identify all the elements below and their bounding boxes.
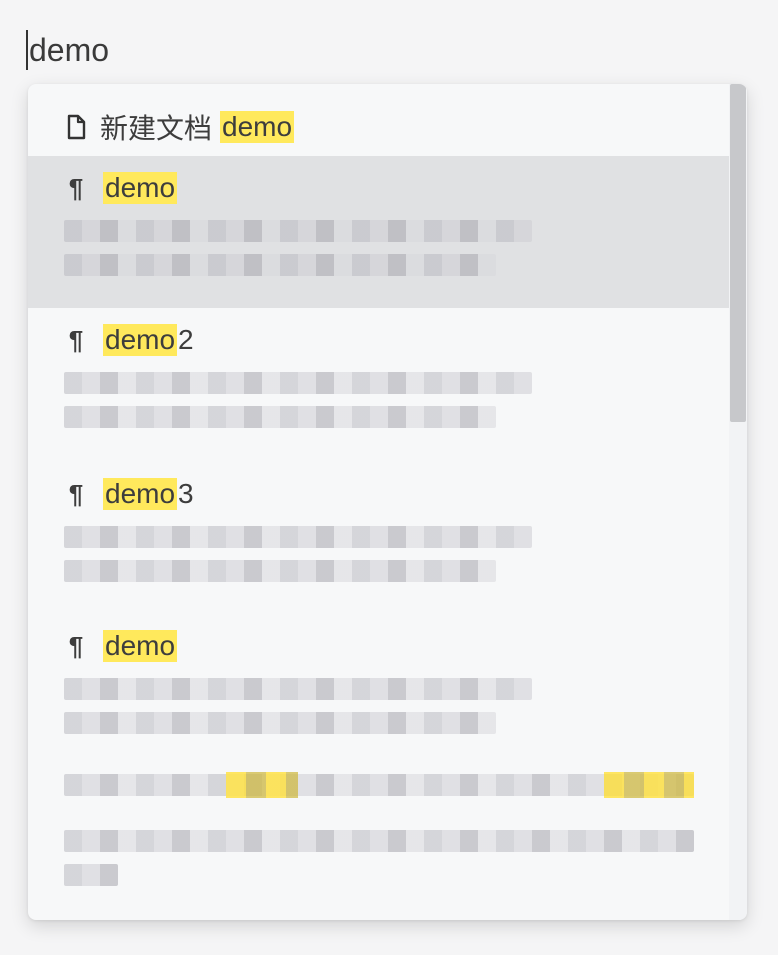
- result-keyword: demo: [103, 172, 178, 204]
- snippet-highlight: [226, 772, 298, 798]
- result-snippet: [64, 864, 118, 886]
- search-result-item[interactable]: ¶ demo 2: [28, 308, 729, 460]
- new-document-keyword: demo: [220, 111, 295, 143]
- snippet-highlight: [604, 772, 694, 798]
- pilcrow-icon: ¶: [68, 324, 84, 355]
- result-keyword: demo: [103, 324, 178, 356]
- result-snippet: [64, 220, 532, 242]
- result-snippet: [64, 774, 694, 796]
- result-snippet: [64, 712, 496, 734]
- result-snippet: [64, 678, 532, 700]
- search-results-dropdown: 新建文档 demo ¶ demo ¶ demo 2 ¶ demo 3 ¶ dem…: [28, 84, 747, 920]
- result-keyword: demo: [103, 630, 178, 662]
- search-query: demo: [29, 31, 110, 68]
- pilcrow-icon: ¶: [68, 630, 84, 661]
- scrollbar-thumb[interactable]: [730, 84, 746, 422]
- scrollbar[interactable]: [729, 84, 747, 920]
- result-snippet: [64, 560, 496, 582]
- text-caret: [26, 30, 28, 70]
- search-input[interactable]: demo: [26, 28, 109, 72]
- result-snippet: [64, 372, 532, 394]
- search-result-item[interactable]: ¶ demo: [28, 156, 729, 308]
- result-suffix: 2: [178, 324, 194, 355]
- result-snippet: [64, 526, 532, 548]
- result-snippet: [64, 406, 496, 428]
- new-document-label: 新建文档: [100, 113, 213, 144]
- pilcrow-icon: ¶: [68, 172, 84, 203]
- result-snippet: [64, 254, 496, 276]
- pilcrow-icon: ¶: [68, 478, 84, 509]
- result-snippet: [64, 830, 694, 852]
- result-keyword: demo: [103, 478, 178, 510]
- search-result-item[interactable]: ¶ demo 3: [28, 460, 729, 612]
- new-document-option[interactable]: 新建文档 demo: [28, 92, 729, 164]
- file-icon: [67, 114, 86, 140]
- search-result-item[interactable]: ¶ demo: [28, 612, 729, 920]
- result-suffix: 3: [178, 478, 194, 509]
